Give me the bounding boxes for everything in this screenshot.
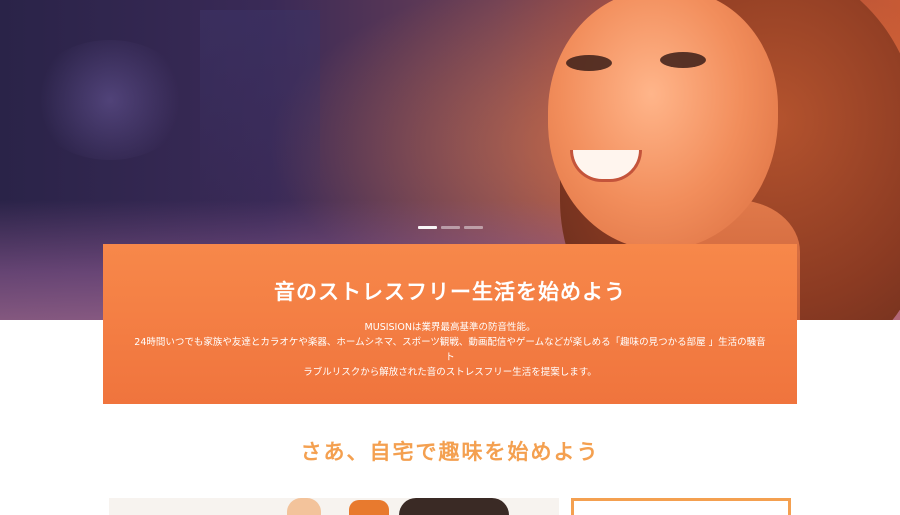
intro-line-3: ラブルリスクから解放された音のストレスフリー生活を提案します。 <box>303 367 597 378</box>
slider-pagination <box>418 226 483 229</box>
hero-woman-eye-right <box>660 52 706 68</box>
intro-title: 音のストレスフリー生活を始めよう <box>274 280 626 304</box>
intro-line-2: 24時間いつでも家族や友達とカラオケや楽器、ホームシネマ、スポーツ観戦、動画配信… <box>134 337 766 363</box>
hero-window-light <box>200 10 320 210</box>
photo-guitar <box>349 500 389 515</box>
hero-woman-eye-left <box>566 55 612 71</box>
hobby-photo-card[interactable] <box>109 498 559 515</box>
intro-line-1: MUSISIONは業界最高基準の防音性能。 <box>364 322 536 333</box>
slider-dot-1[interactable] <box>418 226 437 229</box>
photo-person-left <box>287 498 321 515</box>
intro-box: 音のストレスフリー生活を始めよう MUSISIONは業界最高基準の防音性能。 2… <box>103 244 797 404</box>
hero-bokeh-light <box>30 40 190 160</box>
slider-dot-3[interactable] <box>464 226 483 229</box>
section-heading: さあ、自宅で趣味を始めよう <box>300 440 600 464</box>
intro-description: MUSISIONは業界最高基準の防音性能。 24時間いつでも家族や友達とカラオケ… <box>133 320 767 380</box>
page: 音のストレスフリー生活を始めよう MUSISIONは業界最高基準の防音性能。 2… <box>0 0 900 515</box>
slider-dot-2[interactable] <box>441 226 460 229</box>
photo-person-right <box>399 498 509 515</box>
info-card[interactable] <box>571 498 791 515</box>
